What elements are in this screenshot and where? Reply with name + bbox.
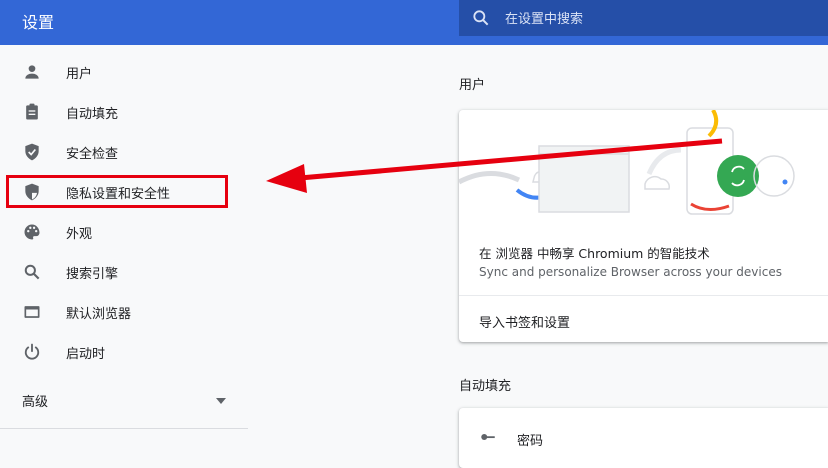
person-icon	[25, 65, 39, 79]
key-icon	[481, 434, 495, 440]
sidebar-item-label: 默认浏览器	[66, 307, 132, 322]
sidebar-item-label: 搜索引擎	[66, 267, 119, 282]
clipboard-icon	[26, 103, 38, 120]
caret-down-icon	[216, 398, 226, 404]
sync-illustration	[459, 110, 795, 215]
browser-window-icon	[24, 306, 40, 318]
power-icon	[24, 343, 40, 360]
shield-check-icon	[25, 143, 39, 161]
people-card: 在 浏览器 中畅享 Chromium 的智能技术 Sync and person…	[459, 110, 828, 342]
sidebar-item-label: 启动时	[66, 347, 106, 362]
sidebar-item-safety-check[interactable]: 安全检查	[0, 132, 248, 172]
page-title: 设置	[22, 13, 55, 32]
promo-subtitle: Sync and personalize Browser across your…	[479, 265, 782, 279]
palette-icon	[24, 224, 40, 240]
import-bookmarks-link[interactable]: 导入书签和设置	[479, 312, 570, 331]
advanced-label: 高级	[22, 395, 49, 410]
people-section-title: 用户	[459, 78, 486, 93]
sidebar-item-label: 外观	[66, 227, 93, 242]
card-divider	[459, 295, 828, 296]
sidebar-advanced-toggle[interactable]: 高级	[0, 380, 248, 420]
sidebar-divider	[0, 428, 248, 429]
sidebar-item-people[interactable]: 用户	[0, 52, 248, 92]
sidebar-item-autofill[interactable]: 自动填充	[0, 92, 248, 132]
sidebar-item-default-browser[interactable]: 默认浏览器	[0, 292, 248, 332]
sidebar-item-label: 用户	[66, 67, 93, 82]
sidebar-item-label: 安全检查	[66, 147, 119, 162]
sidebar-item-on-startup[interactable]: 启动时	[0, 332, 248, 372]
autofill-section-title: 自动填充	[459, 379, 512, 394]
promo-title: 在 浏览器 中畅享 Chromium 的智能技术	[479, 246, 710, 261]
highlight-box	[6, 175, 228, 208]
search-icon	[473, 10, 489, 26]
sidebar-item-label: 自动填充	[66, 107, 119, 122]
search-input[interactable]	[503, 7, 807, 31]
autofill-card: 密码	[459, 408, 828, 468]
search-bar[interactable]	[459, 0, 828, 36]
sidebar-item-appearance[interactable]: 外观	[0, 212, 248, 252]
sidebar-item-search-engine[interactable]: 搜索引擎	[0, 252, 248, 292]
search-icon	[24, 264, 40, 280]
